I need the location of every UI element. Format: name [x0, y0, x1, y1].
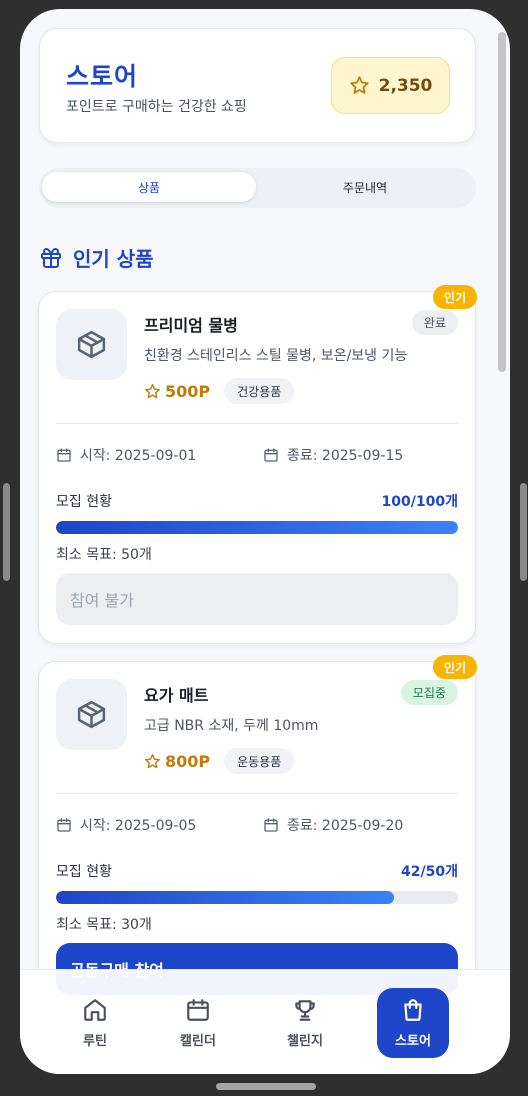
nav-item-challenge[interactable]: 챌린지 [269, 988, 341, 1058]
product-price: 500P [144, 382, 210, 401]
section-header: 인기 상품 [39, 243, 154, 272]
calendar-icon [57, 448, 71, 462]
page-title: 스토어 [66, 62, 139, 91]
package-icon [77, 330, 106, 359]
store-header-card: 스토어 포인트로 구매하는 건강한 쇼핑 2,350 [39, 28, 476, 143]
points-value: 2,350 [378, 75, 433, 96]
page-subtitle: 포인트로 구매하는 건강한 쇼핑 [66, 99, 247, 115]
progress-bar [56, 891, 458, 904]
start-date-text: 시작: 2025-09-05 [80, 818, 197, 834]
product-price: 800P [144, 752, 210, 771]
nav-label: 스토어 [395, 1034, 431, 1049]
section-title: 인기 상품 [73, 247, 154, 271]
status-badge: 완료 [411, 310, 458, 335]
window-edge-handle-left[interactable] [3, 483, 10, 581]
shopping-bag-icon [404, 999, 422, 1021]
start-date-text: 시작: 2025-09-01 [80, 448, 197, 464]
product-description: 고급 NBR 소재, 두께 10mm [144, 718, 319, 734]
progress-bar-fill [56, 891, 394, 904]
nav-item-store[interactable]: 스토어 [377, 988, 449, 1058]
trophy-icon [295, 1000, 315, 1021]
calendar-icon [264, 818, 278, 832]
popular-badge: 인기 [432, 655, 477, 679]
price-value: 800P [165, 751, 211, 771]
nav-label: 챌린지 [287, 1034, 323, 1049]
phone-screen: 스토어 포인트로 구매하는 건강한 쇼핑 2,350 상품 주문내역 인기 상품… [20, 9, 510, 1074]
star-icon [145, 753, 160, 768]
star-icon [349, 76, 369, 94]
popular-badge: 인기 [432, 285, 477, 309]
nav-label: 루틴 [83, 1034, 107, 1049]
start-date: 시작: 2025-09-01 [56, 445, 196, 465]
recruit-count: 42/50개 [401, 864, 458, 880]
product-card: 인기 프리미엄 물병 완료 친환경 스테인리스 스틸 물병, 보온/보냉 기능 … [38, 285, 477, 644]
tab-order-history[interactable]: 주문내역 [258, 172, 472, 202]
product-description: 친환경 스테인리스 스틸 물병, 보온/보냉 기능 [144, 348, 408, 364]
calendar-icon [187, 999, 209, 1021]
store-tabs: 상품 주문내역 [39, 168, 476, 208]
gift-icon [41, 247, 61, 268]
bottom-nav: 루틴 캘린더 챌린지 스토어 [20, 969, 510, 1074]
participate-disabled-button: 참여 불가 [56, 573, 458, 625]
end-date: 종료: 2025-09-20 [263, 815, 403, 835]
end-date-text: 종료: 2025-09-20 [287, 818, 404, 834]
end-date-text: 종료: 2025-09-15 [287, 448, 404, 464]
minimum-goal: 최소 목표: 50개 [56, 547, 152, 563]
category-tag: 운동용품 [224, 748, 295, 774]
product-thumbnail [56, 309, 127, 380]
divider [56, 423, 458, 424]
recruit-label: 모집 현황 [56, 494, 112, 510]
package-icon [77, 700, 106, 729]
points-balance[interactable]: 2,350 [331, 57, 450, 114]
scrollbar-thumb[interactable] [498, 32, 506, 372]
start-date: 시작: 2025-09-05 [56, 815, 196, 835]
product-name: 요가 매트 [144, 686, 209, 705]
nav-item-calendar[interactable]: 캘린더 [162, 988, 234, 1058]
window-edge-handle-right[interactable] [520, 483, 527, 581]
home-icon [84, 999, 106, 1021]
status-badge: 모집중 [400, 680, 458, 705]
calendar-icon [264, 448, 278, 462]
tab-products[interactable]: 상품 [42, 172, 256, 202]
product-thumbnail [56, 679, 127, 750]
price-value: 500P [165, 381, 211, 401]
price-row: 500P 건강용품 [144, 378, 295, 404]
price-row: 800P 운동용품 [144, 748, 295, 774]
divider [56, 793, 458, 794]
calendar-icon [57, 818, 71, 832]
nav-label: 캘린더 [180, 1034, 216, 1049]
minimum-goal: 최소 목표: 30개 [56, 917, 152, 933]
recruit-label: 모집 현황 [56, 864, 112, 880]
end-date: 종료: 2025-09-15 [263, 445, 403, 465]
star-icon [145, 383, 160, 398]
product-name: 프리미엄 물병 [144, 316, 238, 335]
nav-item-routine[interactable]: 루틴 [59, 988, 131, 1058]
category-tag: 건강용품 [224, 378, 295, 404]
progress-bar [56, 521, 458, 534]
recruit-count: 100/100개 [381, 494, 458, 510]
progress-bar-fill [56, 521, 458, 534]
home-indicator[interactable] [216, 1083, 316, 1090]
